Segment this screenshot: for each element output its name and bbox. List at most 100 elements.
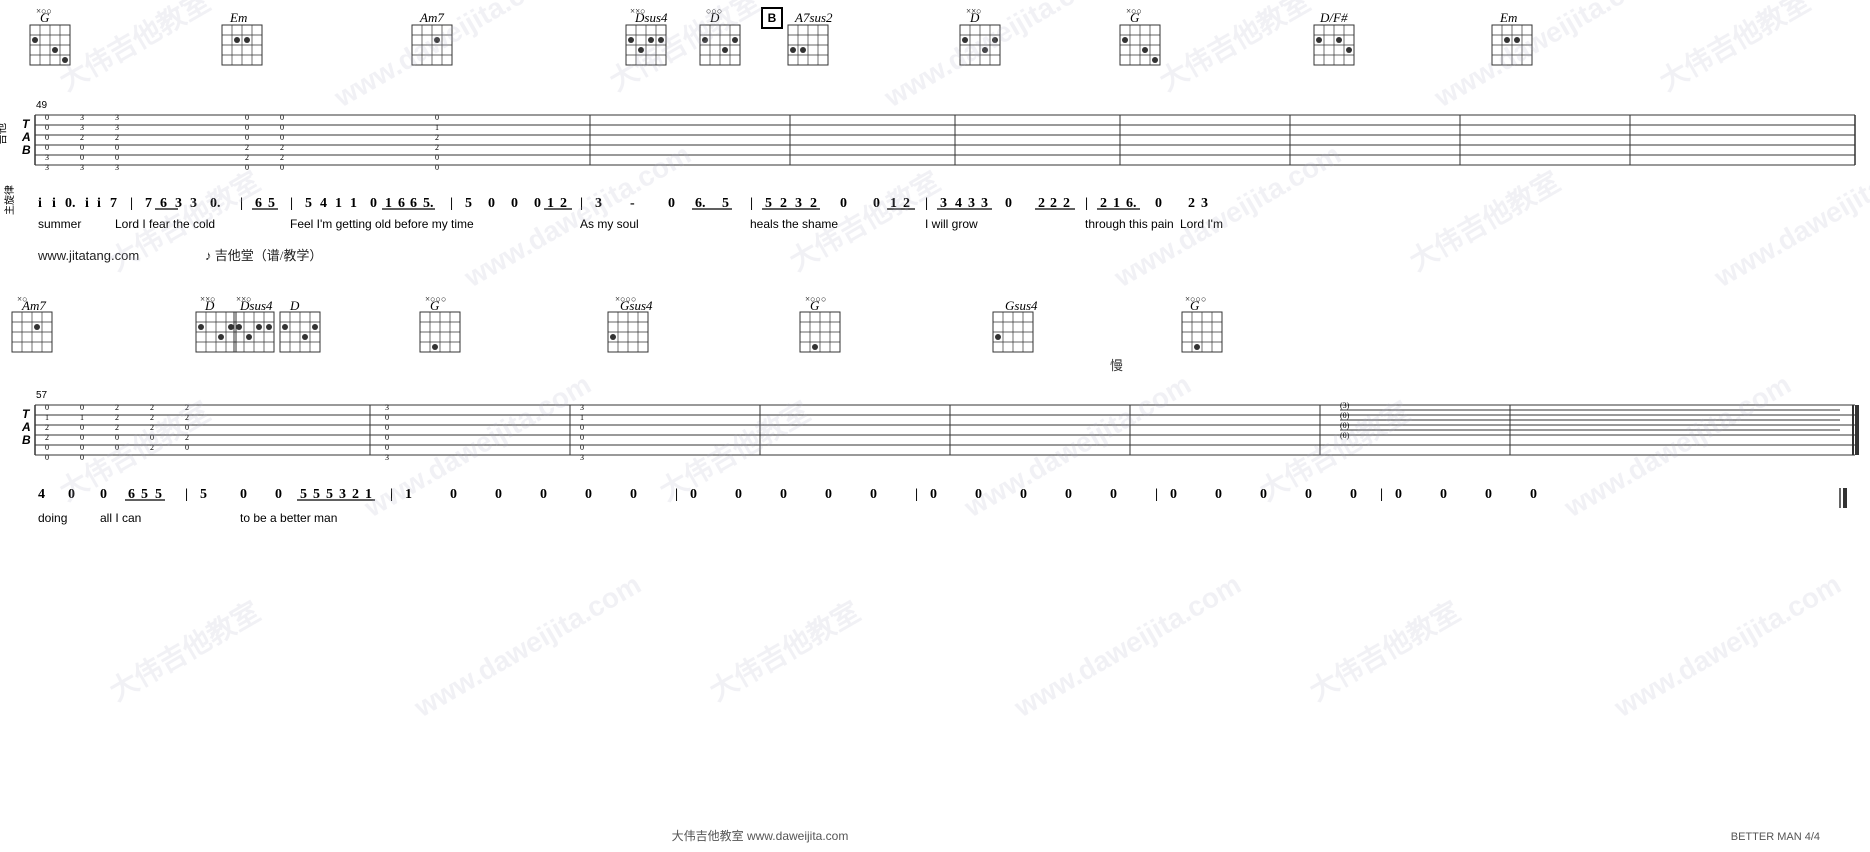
svg-text:0: 0	[45, 443, 49, 452]
svg-text:0: 0	[1440, 487, 1447, 502]
svg-text:2: 2	[185, 403, 189, 412]
svg-text:0: 0	[690, 487, 697, 502]
svg-text:0: 0	[585, 487, 592, 502]
svg-text:××○: ××○	[236, 294, 252, 304]
svg-text:2: 2	[245, 143, 249, 152]
svg-text:-: -	[630, 196, 635, 211]
svg-text:2: 2	[150, 443, 154, 452]
svg-text:0: 0	[185, 423, 189, 432]
svg-text:49: 49	[36, 100, 48, 111]
svg-text:|: |	[580, 196, 583, 211]
svg-text:0: 0	[370, 196, 377, 211]
svg-text:0: 0	[115, 153, 119, 162]
svg-text:2: 2	[80, 133, 84, 142]
svg-text:57: 57	[36, 390, 48, 401]
svg-text:|: |	[1380, 487, 1383, 502]
svg-text:3: 3	[80, 123, 84, 132]
svg-text:D: D	[289, 298, 300, 313]
svg-text:B: B	[768, 11, 777, 25]
score-svg: B G ×○○ Em Am7 Dsus4 ××○ D ○○○ A7sus2 D …	[0, 0, 1870, 852]
svg-text:0: 0	[1020, 487, 1027, 502]
svg-text:i: i	[38, 196, 42, 211]
svg-text:0: 0	[580, 433, 584, 442]
svg-text:|: |	[185, 487, 188, 502]
svg-text:A: A	[21, 130, 31, 144]
svg-text:3: 3	[115, 123, 119, 132]
svg-text:|: |	[290, 196, 293, 211]
svg-text:3: 3	[175, 196, 182, 211]
svg-text:Am7: Am7	[419, 10, 444, 25]
svg-text:3: 3	[45, 153, 49, 162]
svg-text:0: 0	[540, 487, 547, 502]
svg-text:2: 2	[45, 433, 49, 442]
svg-text:2: 2	[245, 153, 249, 162]
svg-text:|: |	[915, 487, 918, 502]
svg-text:2: 2	[435, 143, 439, 152]
svg-text:Lord I'm: Lord I'm	[1180, 217, 1223, 231]
svg-text:4: 4	[320, 196, 327, 211]
svg-text:0: 0	[45, 403, 49, 412]
svg-text:0: 0	[45, 133, 49, 142]
svg-text:0: 0	[280, 113, 284, 122]
svg-text:0: 0	[435, 163, 439, 172]
svg-text:T: T	[22, 407, 31, 421]
svg-text:3: 3	[385, 453, 389, 462]
svg-text:×○○○: ×○○○	[1185, 294, 1206, 304]
svg-text:0: 0	[580, 423, 584, 432]
svg-text:1: 1	[405, 487, 412, 502]
svg-text:0: 0	[245, 123, 249, 132]
svg-text:慢: 慢	[1110, 358, 1123, 373]
svg-text:0: 0	[80, 423, 84, 432]
svg-text:0: 0	[1170, 487, 1177, 502]
svg-text:0: 0	[1305, 487, 1312, 502]
svg-text:3: 3	[595, 196, 602, 211]
svg-text:www.jitatang.com: www.jitatang.com	[37, 248, 139, 263]
svg-text:○○○: ○○○	[706, 6, 722, 16]
svg-text:0: 0	[870, 487, 877, 502]
svg-text:0.: 0.	[65, 196, 76, 211]
svg-text:0: 0	[45, 143, 49, 152]
svg-text:7: 7	[110, 196, 117, 211]
svg-text:0: 0	[668, 196, 675, 211]
svg-text:doing: doing	[38, 511, 67, 525]
svg-text:I will grow: I will grow	[925, 217, 978, 231]
svg-text:B: B	[22, 433, 31, 447]
svg-text:0: 0	[495, 487, 502, 502]
svg-text:0: 0	[385, 443, 389, 452]
svg-text:|: |	[1155, 487, 1158, 502]
svg-text:Em: Em	[229, 10, 247, 25]
svg-text:0: 0	[930, 487, 937, 502]
svg-text:0: 0	[1005, 196, 1012, 211]
svg-text:0: 0	[100, 487, 107, 502]
svg-text:As my soul: As my soul	[580, 217, 639, 231]
svg-text:(3): (3)	[1340, 401, 1350, 410]
svg-text:0: 0	[80, 403, 84, 412]
svg-text:2: 2	[150, 403, 154, 412]
svg-text:Em: Em	[1499, 10, 1517, 25]
svg-text:2: 2	[185, 433, 189, 442]
svg-text:0: 0	[1260, 487, 1267, 502]
svg-text:|: |	[1085, 196, 1088, 211]
svg-text:0: 0	[1110, 487, 1117, 502]
svg-text:0: 0	[245, 163, 249, 172]
svg-text:(0): (0)	[1340, 411, 1350, 420]
svg-text:0: 0	[1215, 487, 1222, 502]
svg-text:3: 3	[580, 403, 584, 412]
svg-text:1: 1	[580, 413, 584, 422]
svg-text:B: B	[22, 143, 31, 157]
svg-text:××○: ××○	[966, 6, 982, 16]
svg-text:×○○: ×○○	[36, 6, 52, 16]
svg-text:5: 5	[305, 196, 312, 211]
svg-text:|: |	[130, 196, 133, 211]
svg-text:5: 5	[465, 196, 472, 211]
svg-text:×○: ×○	[17, 294, 28, 304]
svg-text:0: 0	[1350, 487, 1357, 502]
svg-text:0: 0	[185, 443, 189, 452]
svg-text:0: 0	[150, 433, 154, 442]
svg-text:3: 3	[580, 453, 584, 462]
svg-text:0: 0	[1530, 487, 1537, 502]
svg-text:1: 1	[335, 196, 342, 211]
svg-text:0: 0	[580, 443, 584, 452]
svg-text:0: 0	[115, 433, 119, 442]
svg-text:2: 2	[115, 423, 119, 432]
